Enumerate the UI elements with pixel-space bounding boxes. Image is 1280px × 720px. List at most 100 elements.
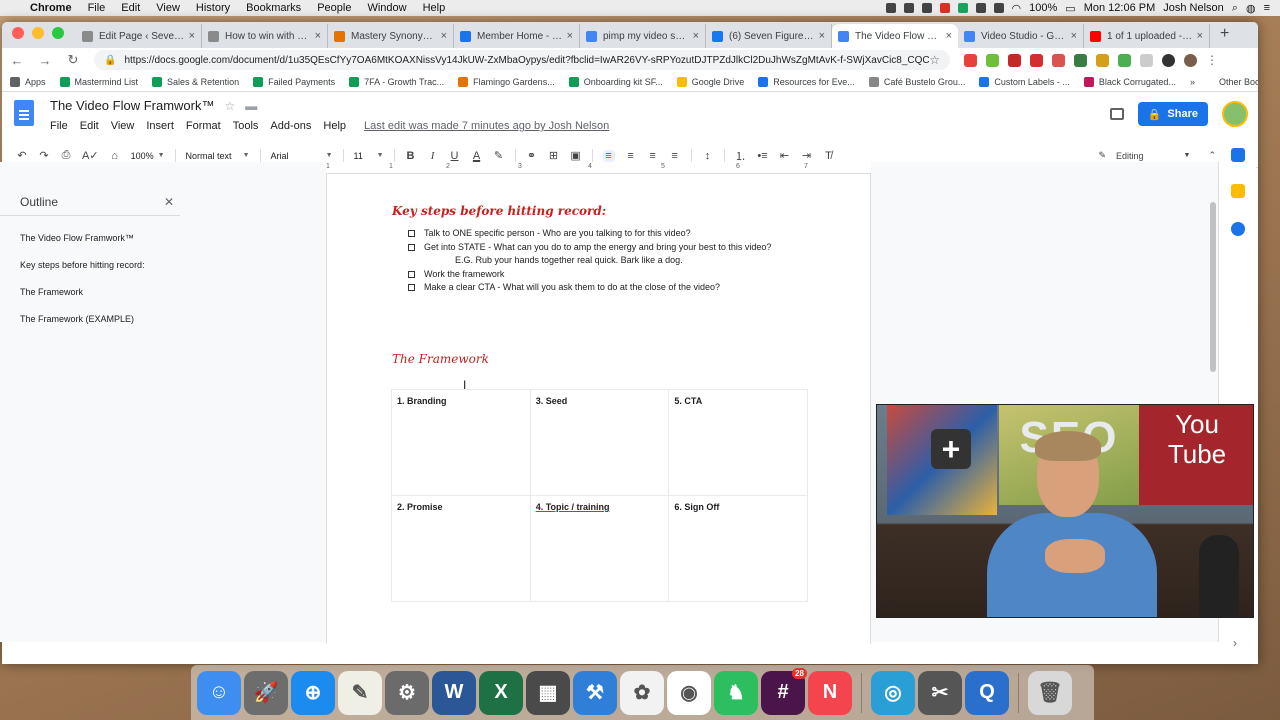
star-icon[interactable]: ☆ <box>224 99 235 113</box>
tab-4[interactable]: Member Home - Seve × <box>454 24 580 48</box>
line-spacing-icon[interactable]: ↕ <box>702 150 714 162</box>
outline-item[interactable]: Key steps before hitting record: <box>0 251 190 278</box>
safari-app[interactable]: ⊕ <box>291 670 335 715</box>
tab-8[interactable]: Video Studio - Gear G × <box>958 24 1084 48</box>
system-preferences-app[interactable]: ⚙ <box>385 670 429 715</box>
other-bookmarks[interactable]: » Other Bookmarks <box>1190 77 1258 87</box>
status-icon-7[interactable] <box>993 3 1004 13</box>
docs-logo-icon[interactable] <box>14 100 34 126</box>
tab-6[interactable]: (6) Seven Figure Agen × <box>706 24 832 48</box>
profile-icon[interactable] <box>1184 53 1197 67</box>
launchpad-app[interactable]: 🚀 <box>244 670 288 715</box>
extension-icon-9[interactable] <box>1140 53 1153 67</box>
bold-icon[interactable]: B <box>405 150 417 162</box>
word-app[interactable]: W <box>432 670 476 715</box>
textedit-app[interactable]: ✎ <box>338 670 382 715</box>
minimize-window-button[interactable] <box>32 27 44 39</box>
xcode-app[interactable]: ⚒ <box>573 670 617 715</box>
editing-mode-select[interactable]: ✎ Editing ▼ ⌃ <box>1098 150 1244 161</box>
tab-7[interactable]: The Video Flow Framw × <box>832 24 958 48</box>
align-left-icon[interactable]: ≡ <box>602 149 615 162</box>
close-tab-icon[interactable]: × <box>441 30 447 42</box>
bookmark-item[interactable]: Failed Payments <box>253 76 335 87</box>
bookmark-item[interactable]: Google Drive <box>676 76 744 87</box>
bookmark-item[interactable]: 7FA - Growth Trac... <box>349 76 444 87</box>
forward-icon[interactable]: → <box>38 53 52 68</box>
table-cell[interactable]: 1. Branding <box>391 389 531 496</box>
menu-help[interactable]: Help <box>415 2 454 14</box>
close-window-button[interactable] <box>12 27 24 39</box>
undo-icon[interactable]: ↶ <box>16 149 28 162</box>
close-tab-icon[interactable]: × <box>819 30 825 42</box>
tab-3[interactable]: Mastery Synonyms, M × <box>328 24 454 48</box>
status-icon-5[interactable] <box>957 3 968 13</box>
calendar-icon[interactable] <box>1231 148 1245 162</box>
list-item[interactable]: Work the framework <box>407 268 771 282</box>
trash-app[interactable]: 🗑 <box>1028 670 1072 715</box>
close-tab-icon[interactable]: × <box>946 30 952 42</box>
print-icon[interactable]: ⎙ <box>60 149 72 162</box>
table-cell[interactable]: 6. Sign Off <box>668 495 808 602</box>
close-tab-icon[interactable]: × <box>693 30 699 42</box>
tab-9[interactable]: 1 of 1 uploaded - YouT × <box>1084 24 1210 48</box>
extension-icon-7[interactable] <box>1096 53 1109 67</box>
heading-key-steps[interactable]: Key steps before hitting record: <box>392 204 606 218</box>
scrollbar[interactable] <box>1210 202 1216 372</box>
spotlight-icon[interactable]: ⌕ <box>1232 2 1238 15</box>
insert-image-icon[interactable]: ▣ <box>570 149 582 162</box>
bookmark-item[interactable]: Custom Labels - ... <box>979 76 1070 87</box>
align-right-icon[interactable]: ≡ <box>647 150 659 162</box>
outline-item[interactable]: The Video Flow Framwork™ <box>0 224 190 251</box>
close-tab-icon[interactable]: × <box>189 30 195 42</box>
chevron-up-icon[interactable]: ⌃ <box>1208 150 1216 161</box>
extension-icon-10[interactable] <box>1162 53 1175 67</box>
status-icon-2[interactable] <box>903 3 914 13</box>
tab-5[interactable]: pimp my video setup - × <box>580 24 706 48</box>
bulleted-list-icon[interactable]: •≡ <box>757 150 769 162</box>
extension-icon-3[interactable] <box>1008 53 1021 67</box>
share-button[interactable]: 🔒 Share <box>1137 102 1208 126</box>
extension-icon-8[interactable] <box>1118 53 1131 67</box>
excel-app[interactable]: X <box>479 670 523 715</box>
align-center-icon[interactable]: ≡ <box>625 150 637 162</box>
lock-icon[interactable]: 🔒 <box>104 55 116 66</box>
redo-icon[interactable]: ↷ <box>38 149 50 162</box>
zoom-select[interactable]: 100% ▼ <box>131 151 165 161</box>
menu-history[interactable]: History <box>188 2 238 14</box>
bookmark-item[interactable]: Apps <box>10 76 46 87</box>
tab-1[interactable]: Edit Page ‹ Seven Figu × <box>76 24 202 48</box>
reload-icon[interactable]: ↻ <box>66 52 80 68</box>
menu-file[interactable]: File <box>80 2 114 14</box>
outline-item[interactable]: The Framework <box>0 278 190 305</box>
bookmark-item[interactable]: Flamingo Gardens... <box>458 76 555 87</box>
paint-format-icon[interactable]: ⌂ <box>109 150 121 162</box>
keep-icon[interactable] <box>1231 184 1245 198</box>
avatar[interactable] <box>1222 101 1248 127</box>
docs-menu-view[interactable]: View <box>111 120 135 132</box>
style-select[interactable]: Normal text ▼ <box>186 151 250 161</box>
ruler[interactable]: 1 1 2 3 4 5 6 7 <box>326 162 871 174</box>
menu-edit[interactable]: Edit <box>113 2 148 14</box>
finder-app[interactable]: ☺ <box>197 670 241 715</box>
chrome-app[interactable]: ◉ <box>667 670 711 715</box>
evernote-app[interactable]: ♞ <box>714 670 758 715</box>
extension-icon-1[interactable] <box>964 53 977 67</box>
siri-icon[interactable]: ◍ <box>1246 2 1256 15</box>
close-tab-icon[interactable]: × <box>1197 30 1203 42</box>
calculator-app[interactable]: ▦ <box>526 670 570 715</box>
chevron-right-icon[interactable]: › <box>1233 636 1237 650</box>
italic-icon[interactable]: I <box>427 150 439 162</box>
bookmark-star-icon[interactable]: ☆ <box>929 53 940 67</box>
screenflow-app[interactable]: ◎ <box>871 670 915 715</box>
battery-icon[interactable]: ▭ <box>1065 2 1075 15</box>
extension-icon-2[interactable] <box>986 53 999 67</box>
back-icon[interactable]: ← <box>10 53 24 68</box>
news-app[interactable]: N <box>808 670 852 715</box>
menu-app-name[interactable]: Chrome <box>22 2 80 14</box>
docs-menu-format[interactable]: Format <box>186 120 221 132</box>
status-icon-4[interactable] <box>939 3 950 13</box>
close-tab-icon[interactable]: × <box>567 30 573 42</box>
status-icon-1[interactable] <box>885 3 896 13</box>
docs-menu-help[interactable]: Help <box>323 120 346 132</box>
close-tab-icon[interactable]: × <box>1071 30 1077 42</box>
